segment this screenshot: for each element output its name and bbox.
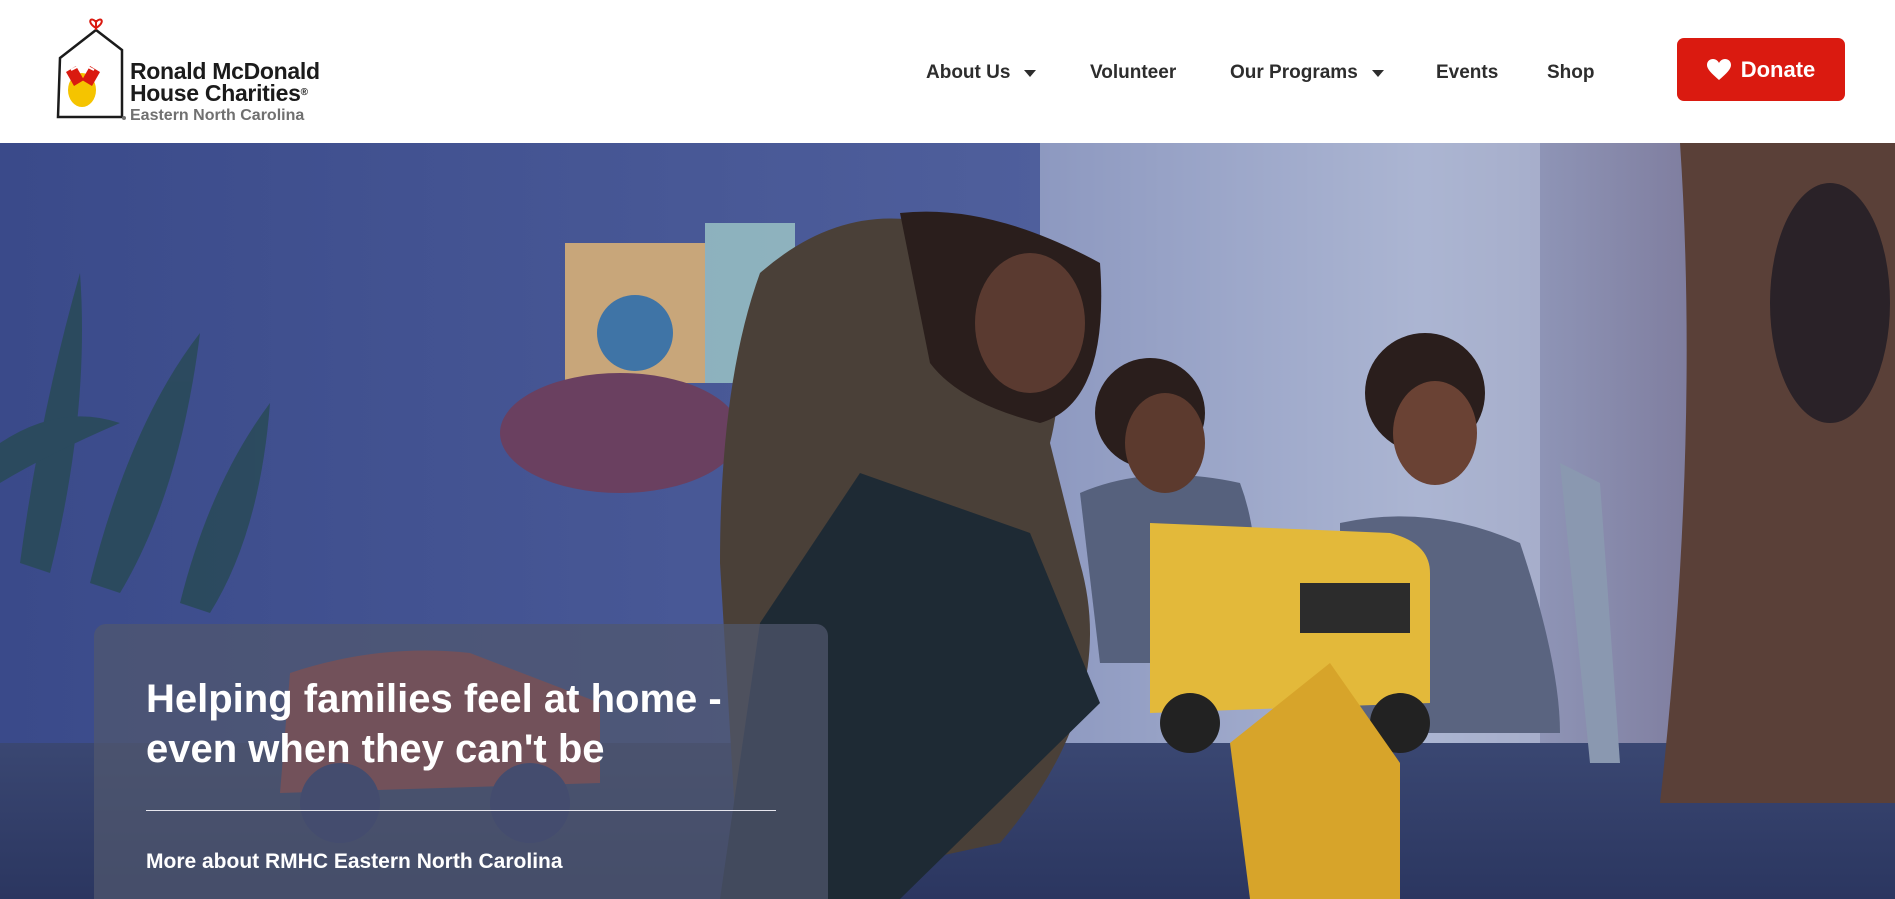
logo-line-3: Eastern North Carolina [130, 107, 305, 124]
caret-down-icon [1024, 69, 1037, 77]
rmhc-house-logo-icon [56, 18, 126, 120]
nav-volunteer[interactable]: Volunteer [1090, 62, 1176, 84]
site-header: Ronald McDonald House Charities® Eastern… [0, 0, 1895, 143]
hero-more-link[interactable]: More about RMHC Eastern North Carolina [146, 850, 563, 874]
nav-our-programs-label: Our Programs [1230, 62, 1358, 83]
caret-down-icon [1371, 69, 1384, 77]
logo-line-2: House Charities® [130, 80, 308, 106]
nav-events[interactable]: Events [1436, 62, 1498, 84]
hero-divider [146, 810, 776, 811]
nav-volunteer-label: Volunteer [1090, 62, 1177, 83]
site-logo[interactable]: Ronald McDonald House Charities® Eastern… [52, 14, 342, 124]
hero-card: Helping families feel at home - even whe… [94, 624, 828, 899]
logo-line-2-text: House Charities [130, 80, 301, 106]
donate-button[interactable]: Donate [1677, 38, 1845, 101]
heart-icon [1706, 58, 1731, 80]
hero-title: Helping families feel at home - even whe… [146, 677, 722, 771]
hero-banner: Helping families feel at home - even whe… [0, 143, 1895, 899]
nav-shop[interactable]: Shop [1547, 62, 1595, 84]
logo-wordmark: Ronald McDonald House Charities® Eastern… [130, 60, 320, 126]
nav-about-us-label: About Us [926, 62, 1011, 83]
nav-shop-label: Shop [1547, 62, 1595, 83]
nav-events-label: Events [1436, 62, 1499, 83]
donate-label: Donate [1740, 56, 1816, 82]
nav-our-programs[interactable]: Our Programs [1230, 62, 1384, 84]
logo-line-1: Ronald McDonald [130, 58, 320, 84]
nav-about-us[interactable]: About Us [926, 62, 1037, 84]
